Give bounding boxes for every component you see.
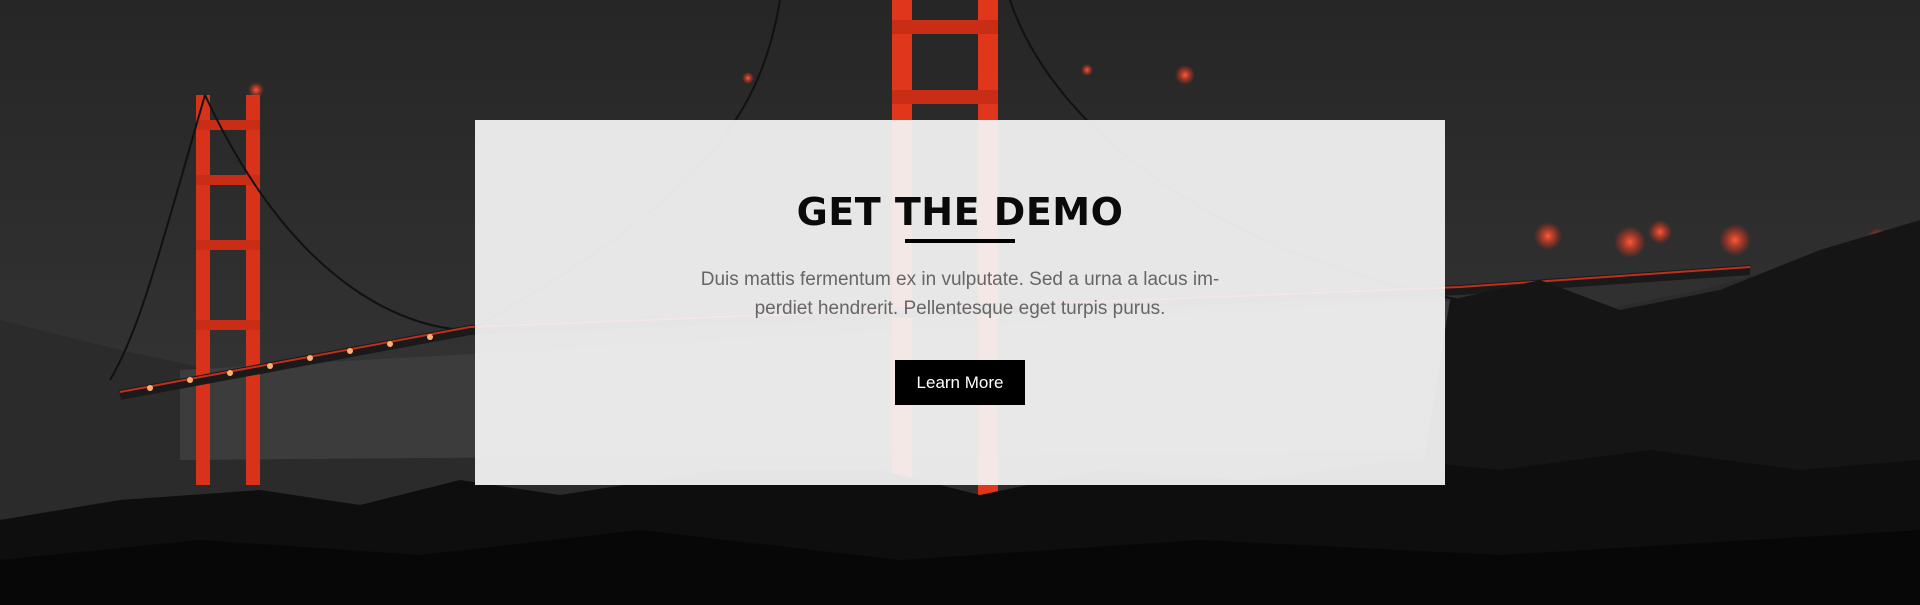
demo-card: GET THE DEMO Duis mattis fermentum ex in…: [475, 120, 1445, 485]
hero-section: GET THE DEMO Duis mattis fermentum ex in…: [0, 0, 1920, 605]
demo-title: GET THE DEMO: [796, 190, 1124, 234]
learn-more-button[interactable]: Learn More: [895, 360, 1025, 405]
title-underline: [905, 239, 1015, 243]
demo-description: Duis mattis fermentum ex in vulputate. S…: [700, 269, 1220, 319]
